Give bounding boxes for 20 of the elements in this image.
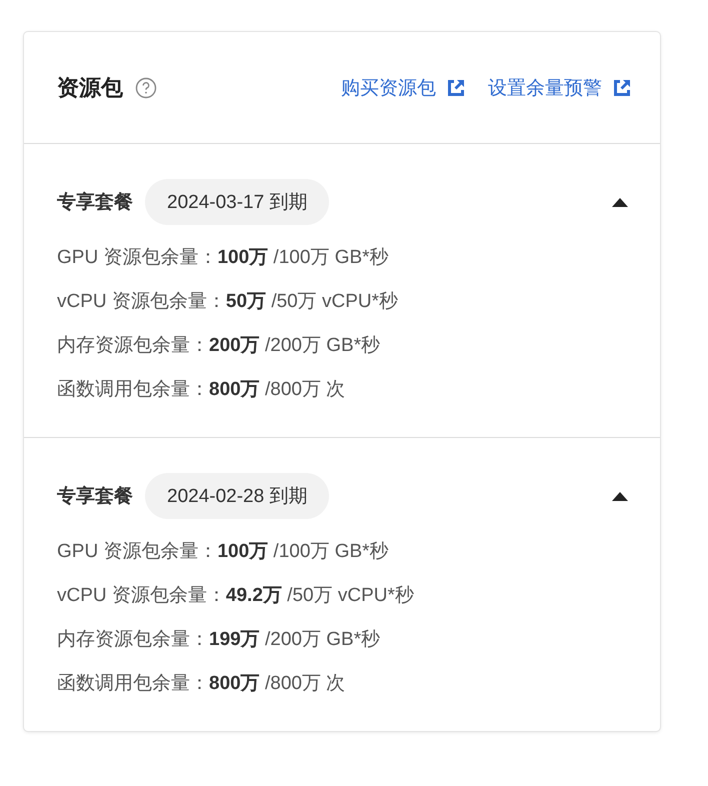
expiry-tag: 2024-03-17 到期	[145, 179, 330, 225]
external-link[interactable]: 购买资源包	[341, 74, 466, 100]
quota-line: 函数调用包余量：800万 /800万 次	[57, 672, 346, 696]
caret-up-icon	[612, 198, 628, 206]
package-name: 专享套餐	[57, 190, 133, 215]
quota-line: 内存资源包余量：200万 /200万 GB*秒	[57, 334, 382, 358]
help-icon[interactable]	[135, 76, 157, 98]
quota-line: vCPU 资源包余量：50万 /50万 vCPU*秒	[57, 290, 400, 314]
quota-line: GPU 资源包余量：100万 /100万 GB*秒	[57, 246, 390, 270]
package-name: 专享套餐	[57, 484, 133, 509]
external-link-icon	[612, 78, 632, 98]
expiry-tag: 2024-02-28 到期	[145, 473, 330, 519]
quota-line: 函数调用包余量：800万 /800万 次	[57, 378, 346, 402]
card-title: 资源包	[57, 74, 123, 102]
quota-line: GPU 资源包余量：100万 /100万 GB*秒	[57, 540, 390, 564]
quota-line: vCPU 资源包余量：49.2万 /50万 vCPU*秒	[57, 584, 415, 608]
quota-line: 内存资源包余量：199万 /200万 GB*秒	[57, 628, 382, 652]
caret-up-icon	[612, 492, 628, 500]
external-link[interactable]: 设置余量预警	[488, 74, 632, 100]
external-link-icon	[446, 78, 466, 98]
